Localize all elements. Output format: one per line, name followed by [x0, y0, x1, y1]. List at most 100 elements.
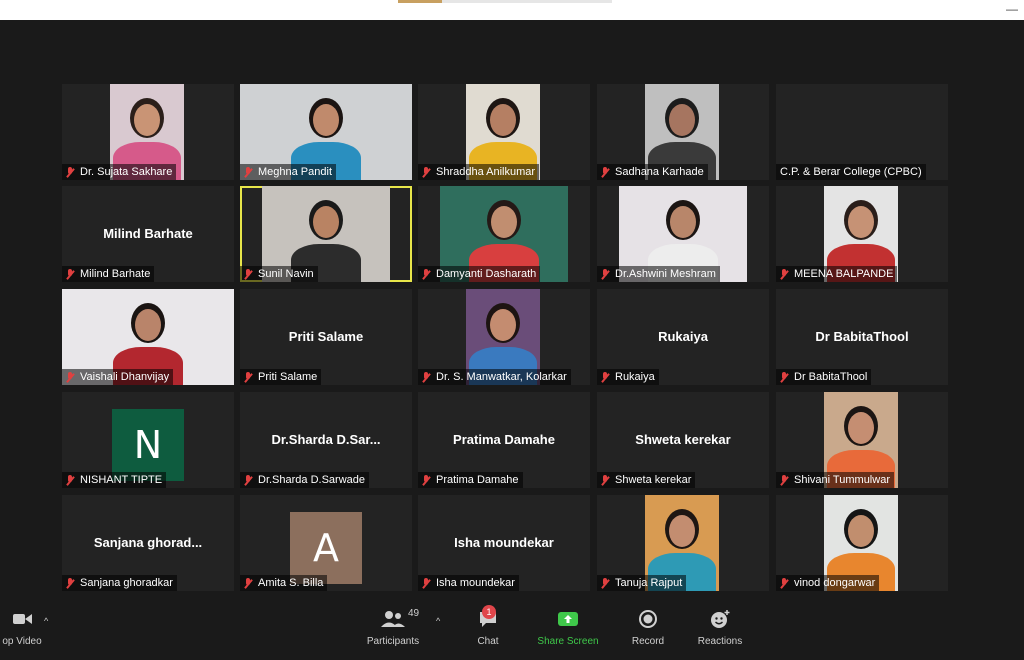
muted-mic-icon: [780, 577, 788, 589]
participant-tile[interactable]: Milind Barhate Milind Barhate: [62, 186, 234, 282]
participant-name-label: Shivani Tummulwar: [776, 472, 894, 488]
video-options-chevron-icon[interactable]: ^: [44, 616, 48, 626]
participant-name-label: Dr. Sujata Sakhare: [62, 164, 177, 180]
participant-name: Dr.Ashwini Meshram: [615, 268, 716, 280]
participant-tile[interactable]: Sunil Navin: [240, 186, 412, 282]
chat-button[interactable]: 1 Chat: [468, 605, 508, 647]
participant-tile[interactable]: Tanuja Rajput: [597, 495, 769, 591]
share-screen-button[interactable]: Share Screen: [533, 608, 603, 647]
muted-mic-icon: [601, 268, 609, 280]
participant-name: Amita S. Billa: [258, 577, 324, 589]
participant-tile[interactable]: Damyanti Dasharath: [418, 186, 590, 282]
participant-name: Meghna Pandit: [258, 166, 332, 178]
participant-display-name: Dr.Sharda D.Sar...: [271, 432, 381, 447]
record-icon: [628, 608, 668, 630]
muted-mic-icon: [422, 268, 430, 280]
participants-label: Participants: [366, 636, 420, 647]
participant-tile[interactable]: Shivani Tummulwar: [776, 392, 948, 488]
participant-name: Damyanti Dasharath: [436, 268, 537, 280]
participant-name-label: Meghna Pandit: [240, 164, 336, 180]
participant-tile[interactable]: Dr.Sharda D.Sar... Dr.Sharda D.Sarwade: [240, 392, 412, 488]
participant-tile[interactable]: MEENA BALPANDE: [776, 186, 948, 282]
participant-name-label: Amita S. Billa: [240, 575, 328, 591]
participant-tile[interactable]: Priti Salame Priti Salame: [240, 289, 412, 385]
participant-face: [490, 309, 516, 341]
participant-name: MEENA BALPANDE: [794, 268, 894, 280]
participant-face: [848, 412, 874, 444]
participant-tile[interactable]: Sadhana Karhade: [597, 84, 769, 180]
participants-icon: 49: [360, 608, 426, 630]
muted-mic-icon: [422, 474, 430, 486]
participant-tile[interactable]: Shraddha Anilkumar: [418, 84, 590, 180]
participant-name-label: Priti Salame: [240, 369, 322, 385]
participant-name-label: Shraddha Anilkumar: [418, 164, 540, 180]
participant-face: [491, 206, 517, 238]
participant-name-label: Dr.Sharda D.Sarwade: [240, 472, 369, 488]
participant-name-label: Sunil Navin: [240, 266, 318, 282]
stop-video-button[interactable]: op Video: [0, 608, 44, 647]
minimize-icon[interactable]: —: [1006, 2, 1018, 16]
muted-mic-icon: [244, 577, 252, 589]
muted-mic-icon: [780, 474, 788, 486]
participant-display-name: Shweta kerekar: [635, 432, 731, 447]
video-camera-icon: [0, 608, 44, 630]
participant-name: Vaishali Dhanvijay: [80, 371, 170, 383]
chat-icon: 1: [468, 605, 508, 630]
participant-tile[interactable]: vinod dongarwar: [776, 495, 948, 591]
participant-tile[interactable]: A Amita S. Billa: [240, 495, 412, 591]
muted-mic-icon: [422, 166, 430, 178]
participant-tile[interactable]: Vaishali Dhanvijay: [62, 289, 234, 385]
participant-name: C.P. & Berar College (CPBC): [780, 166, 922, 178]
participant-name: Dr. Sujata Sakhare: [80, 166, 173, 178]
participant-face: [134, 104, 160, 136]
window-title-bar: —: [0, 0, 1024, 20]
meeting-toolbar: op Video ^ 49 Participants ^ 1 Chat Shar…: [0, 600, 1024, 660]
participant-name-label: Pratima Damahe: [418, 472, 523, 488]
participant-tile[interactable]: Dr. S. Manwatkar, Kolarkar: [418, 289, 590, 385]
participant-name-label: Dr BabitaThool: [776, 369, 872, 385]
participant-tile[interactable]: Dr.Ashwini Meshram: [597, 186, 769, 282]
muted-mic-icon: [66, 474, 74, 486]
reactions-button[interactable]: Reactions: [693, 608, 747, 647]
reactions-label: Reactions: [697, 636, 743, 647]
participant-tile[interactable]: Dr BabitaThool Dr BabitaThool: [776, 289, 948, 385]
participant-tile[interactable]: N NISHANT TIPTE: [62, 392, 234, 488]
participant-name-label: Dr.Ashwini Meshram: [597, 266, 720, 282]
participant-tile[interactable]: Pratima Damahe Pratima Damahe: [418, 392, 590, 488]
participant-name: Shivani Tummulwar: [794, 474, 890, 486]
muted-mic-icon: [244, 166, 252, 178]
participant-tile[interactable]: Rukaiya Rukaiya: [597, 289, 769, 385]
participant-face: [848, 206, 874, 238]
participant-name: NISHANT TIPTE: [80, 474, 163, 486]
chat-unread-badge: 1: [482, 605, 496, 619]
participant-tile[interactable]: Isha moundekar Isha moundekar: [418, 495, 590, 591]
participant-name-label: Rukaiya: [597, 369, 659, 385]
participant-tile[interactable]: C.P. & Berar College (CPBC): [776, 84, 948, 180]
participant-name: Dr.Sharda D.Sarwade: [258, 474, 365, 486]
participant-name-label: Vaishali Dhanvijay: [62, 369, 174, 385]
muted-mic-icon: [601, 166, 609, 178]
record-button[interactable]: Record: [628, 608, 668, 647]
muted-mic-icon: [66, 371, 74, 383]
participant-tile[interactable]: Meghna Pandit: [240, 84, 412, 180]
muted-mic-icon: [66, 268, 74, 280]
participant-display-name: Sanjana ghorad...: [93, 535, 203, 550]
share-screen-icon: [533, 608, 603, 630]
muted-mic-icon: [244, 474, 252, 486]
stop-video-label: op Video: [2, 636, 42, 647]
participant-name: Sunil Navin: [258, 268, 314, 280]
participant-avatar: N: [112, 409, 184, 481]
participant-name-label: Dr. S. Manwatkar, Kolarkar: [418, 369, 571, 385]
record-label: Record: [631, 636, 665, 647]
participant-name: Milind Barhate: [80, 268, 151, 280]
participant-name-label: vinod dongarwar: [776, 575, 880, 591]
participant-name: Shweta kerekar: [615, 474, 692, 486]
participant-tile[interactable]: Dr. Sujata Sakhare: [62, 84, 234, 180]
participants-button[interactable]: 49 Participants: [360, 608, 426, 647]
participant-tile[interactable]: Shweta kerekar Shweta kerekar: [597, 392, 769, 488]
participant-tile[interactable]: Sanjana ghorad... Sanjana ghoradkar: [62, 495, 234, 591]
participant-name-label: Isha moundekar: [418, 575, 519, 591]
participant-name: Rukaiya: [615, 371, 655, 383]
participants-options-chevron-icon[interactable]: ^: [436, 616, 440, 626]
participant-name: Pratima Damahe: [436, 474, 519, 486]
